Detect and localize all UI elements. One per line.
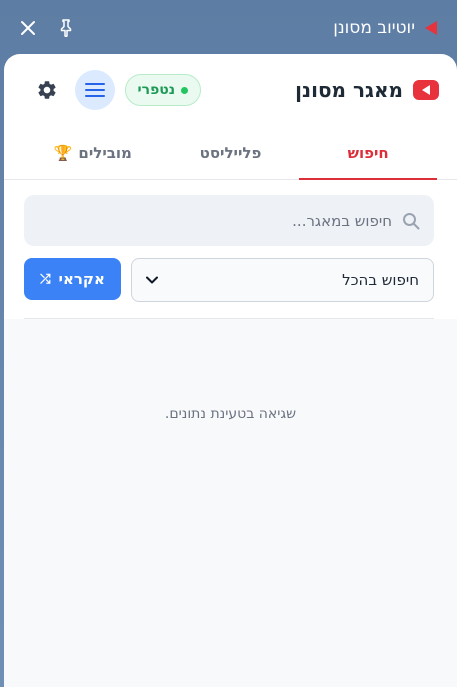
tab-search[interactable]: חיפוש — [299, 126, 437, 180]
gear-icon — [37, 81, 56, 99]
tab-search-label: חיפוש — [347, 143, 389, 162]
random-button-label: אקראי — [58, 270, 105, 288]
search-scope-value: חיפוש בהכל — [342, 271, 419, 289]
tab-playlist-label: פלייליסט — [199, 143, 262, 162]
window-title: יוטיוב מסונן — [333, 18, 415, 38]
tab-leaders[interactable]: מובילים 🏆 — [24, 126, 162, 179]
logo-icon — [413, 80, 439, 100]
close-icon[interactable] — [14, 14, 42, 42]
chevron-down-icon — [146, 276, 158, 284]
main-panel: מאגר מסונן נטפרי חיפוש פלייליסט מובילים … — [4, 54, 457, 687]
results-area — [4, 319, 457, 687]
tab-leaders-label: מובילים — [78, 143, 132, 162]
status-dot-icon — [181, 86, 189, 94]
header: מאגר מסונן נטפרי — [4, 54, 457, 126]
shuffle-icon: ⤮ — [40, 271, 51, 287]
search-scope-select[interactable]: חיפוש בהכל — [131, 258, 434, 302]
app-name: מאגר מסונן — [295, 78, 403, 102]
trophy-icon: 🏆 — [53, 143, 73, 162]
search-icon — [403, 212, 420, 229]
hamburger-icon — [84, 83, 105, 97]
status-label: נטפרי — [137, 82, 176, 98]
search-box — [24, 195, 434, 246]
settings-button[interactable] — [33, 76, 61, 104]
controls-row: חיפוש בהכל אקראי ⤮ — [24, 258, 434, 302]
pin-icon[interactable] — [52, 14, 80, 42]
window-titlebar: יוטיוב מסונן — [0, 0, 457, 56]
error-message: שגיאה בטעינת נתונים. — [164, 406, 297, 422]
status-badge: נטפרי — [124, 74, 202, 106]
random-button[interactable]: אקראי ⤮ — [24, 258, 121, 300]
tab-playlist[interactable]: פלייליסט — [162, 126, 300, 179]
search-input[interactable] — [24, 211, 392, 230]
tab-bar: חיפוש פלייליסט מובילים 🏆 — [4, 126, 457, 180]
play-icon — [425, 21, 437, 35]
menu-button[interactable] — [74, 70, 115, 110]
